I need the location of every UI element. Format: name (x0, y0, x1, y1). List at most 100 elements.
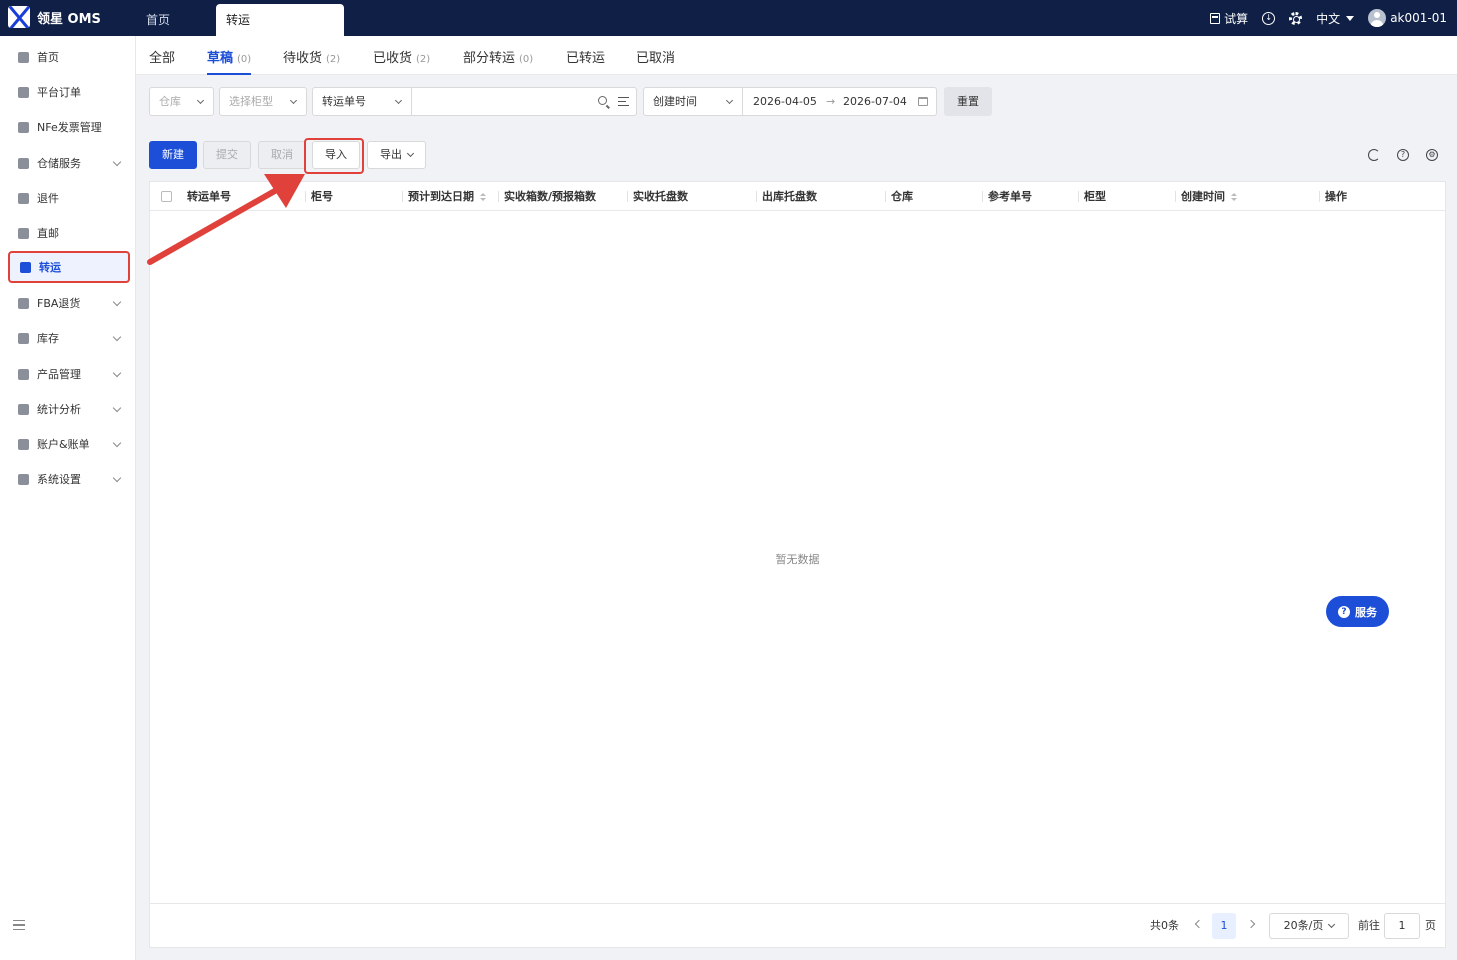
annotation-arrow (147, 174, 305, 265)
tab-count: (2) (416, 54, 431, 65)
tab-partial-transfer[interactable]: 部分转运 (0) (463, 47, 533, 75)
sidebar-item-home[interactable]: 首页 (8, 41, 130, 73)
settings-button[interactable] (1289, 11, 1303, 25)
sidebar-item-platform-orders[interactable]: 平台订单 (8, 76, 130, 108)
date-range-picker[interactable]: 2026-04-05 → 2026-07-04 (742, 87, 937, 116)
column-settings-icon[interactable]: ⚙ (1426, 149, 1438, 161)
sidebar-item-nfe-invoice[interactable]: NFe发票管理 (8, 111, 130, 143)
sidebar-item-label: 转运 (39, 261, 61, 274)
search-field-select[interactable]: 转运单号 (312, 87, 412, 116)
arrow-right-icon: → (826, 95, 836, 108)
sidebar-item-accounts[interactable]: 账户&账单 (8, 428, 130, 460)
logo-icon (8, 6, 30, 28)
search-input[interactable] (411, 87, 637, 116)
column-header: 实收箱数/预报箱数 (498, 182, 596, 211)
column-separator (756, 191, 757, 202)
sidebar-item-inventory[interactable]: 库存 (8, 322, 130, 354)
tab-transfer[interactable]: 转运 (216, 4, 344, 36)
collapse-menu-icon[interactable] (13, 920, 25, 930)
download-button[interactable]: ↓ (1262, 11, 1276, 25)
tab-received[interactable]: 已收货 (2) (373, 47, 430, 75)
next-page-icon[interactable] (1246, 919, 1256, 929)
search-icon (598, 96, 607, 105)
sidebar-item-system-settings[interactable]: 系统设置 (8, 463, 130, 495)
page-size-select[interactable]: 20条/页 (1269, 913, 1349, 939)
column-header: 仓库 (885, 182, 913, 211)
column-label: 创建时间 (1181, 190, 1225, 203)
multi-line-search-icon[interactable] (618, 97, 629, 106)
top-bar: 领星 OMS 首页 转运 试算 ↓ 中文 ak001-01 (0, 0, 1457, 36)
warehouse-select[interactable]: 仓库 (149, 87, 214, 116)
tab-transferred[interactable]: 已转运 (566, 47, 605, 75)
column-separator (498, 191, 499, 202)
user-menu[interactable]: ak001-01 (1368, 9, 1447, 27)
sidebar-item-products[interactable]: 产品管理 (8, 358, 130, 390)
sidebar-item-label: 产品管理 (37, 368, 81, 381)
tab-label: 待收货 (283, 51, 323, 66)
column-header[interactable]: 创建时间 (1175, 182, 1237, 211)
column-separator (982, 191, 983, 202)
tab-home[interactable]: 首页 (136, 4, 216, 36)
container-type-select[interactable]: 选择柜型 (219, 87, 307, 116)
return-icon (18, 192, 29, 204)
tab-count: (0) (237, 54, 252, 65)
goto-page-input[interactable]: 1 (1384, 913, 1420, 939)
chevron-down-icon (1328, 920, 1336, 929)
mail-icon (18, 227, 29, 239)
sidebar-item-label: 退件 (37, 192, 59, 205)
language-select[interactable]: 中文 (1316, 10, 1355, 27)
service-button[interactable]: ? 服务 (1326, 596, 1389, 627)
service-label: 服务 (1355, 605, 1377, 619)
sidebar-item-label: 统计分析 (37, 403, 81, 416)
chevron-down-icon (289, 96, 298, 105)
sort-icon[interactable] (480, 193, 486, 201)
chart-icon (18, 403, 29, 415)
download-icon: ↓ (1262, 11, 1276, 25)
prev-page-icon[interactable] (1194, 919, 1204, 929)
sort-icon[interactable] (1231, 193, 1237, 201)
pagination: 共0条 1 20条/页 前往 1 页 (150, 903, 1445, 947)
column-label: 实收托盘数 (633, 190, 688, 203)
sidebar-item-label: NFe发票管理 (37, 121, 102, 134)
column-header: 操作 (1319, 182, 1347, 211)
chevron-down-icon (112, 368, 122, 378)
date-field-select[interactable]: 创建时间 (643, 87, 743, 116)
gear-icon (1289, 11, 1303, 25)
column-header: 参考单号 (982, 182, 1032, 211)
column-separator (1078, 191, 1079, 202)
tab-draft[interactable]: 草稿 (0) (207, 47, 252, 75)
refresh-icon[interactable] (1368, 149, 1380, 161)
chevron-down-icon (112, 403, 122, 413)
sidebar-item-direct-mail[interactable]: 直邮 (8, 217, 130, 249)
sidebar: 首页 平台订单 NFe发票管理 仓储服务 退件 直邮 转运 FBA退货 库存 产… (0, 36, 136, 960)
chevron-down-icon (112, 297, 122, 307)
export-button[interactable]: 导出 (367, 141, 426, 169)
column-header: 出库托盘数 (756, 182, 817, 211)
fba-icon (18, 297, 29, 309)
tab-cancelled[interactable]: 已取消 (636, 47, 675, 75)
column-header[interactable]: 预计到达日期 (402, 182, 486, 211)
help-icon[interactable]: ? (1397, 149, 1409, 161)
sidebar-item-fba-returns[interactable]: FBA退货 (8, 287, 130, 319)
sidebar-item-transfer[interactable]: 转运 (8, 251, 130, 283)
question-icon: ? (1338, 605, 1350, 618)
tab-pending-receipt[interactable]: 待收货 (2) (283, 47, 340, 75)
page-unit-label: 页 (1425, 919, 1436, 932)
tab-all[interactable]: 全部 (149, 47, 175, 75)
column-header: 柜型 (1078, 182, 1106, 211)
chevron-down-icon (112, 157, 122, 167)
search-field-label: 转运单号 (322, 95, 366, 108)
sidebar-item-label: 库存 (37, 332, 59, 345)
sidebar-item-returns[interactable]: 退件 (8, 182, 130, 214)
page-1[interactable]: 1 (1212, 913, 1236, 939)
chevron-down-icon (112, 473, 122, 483)
date-field-label: 创建时间 (653, 95, 697, 108)
calc-button[interactable]: 试算 (1210, 10, 1248, 27)
sidebar-item-statistics[interactable]: 统计分析 (8, 393, 130, 425)
filter-bar: 仓库 选择柜型 转运单号 创建时间 2026-04-05 → 2026-07-0… (136, 75, 1457, 127)
logo[interactable]: 领星 OMS (8, 6, 101, 28)
sidebar-item-label: 仓储服务 (37, 157, 81, 170)
sidebar-item-warehouse-service[interactable]: 仓储服务 (8, 147, 130, 179)
column-label: 参考单号 (988, 190, 1032, 203)
reset-button[interactable]: 重置 (944, 87, 992, 116)
